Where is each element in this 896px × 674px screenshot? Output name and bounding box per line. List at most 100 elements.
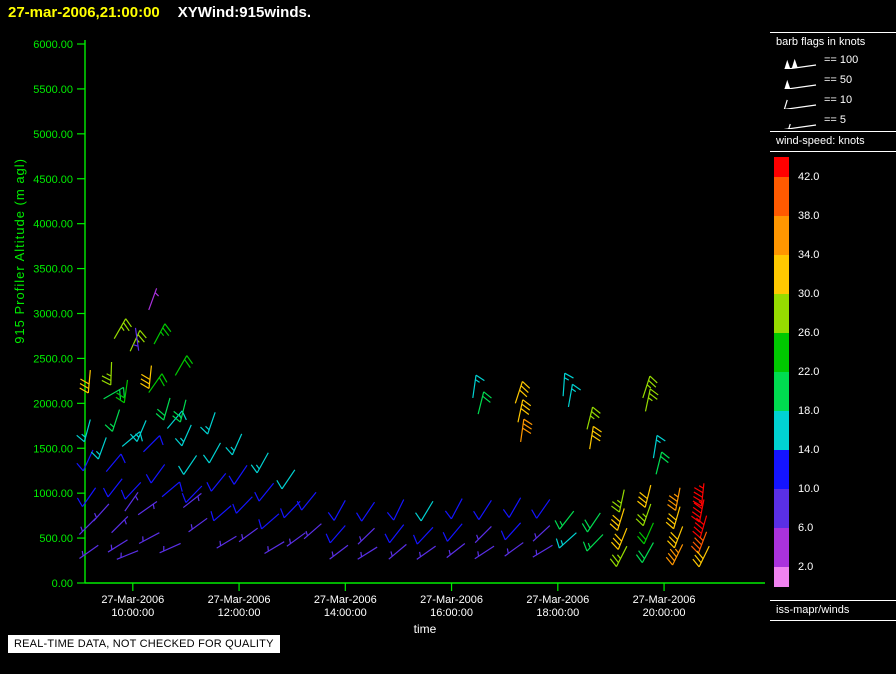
y-tick-label: 5500.00 <box>33 84 73 96</box>
barb-flag-legend-item: == 50 <box>774 70 896 90</box>
barb-flag-legend-label: == 50 <box>824 74 852 86</box>
colorbar-block <box>774 450 789 489</box>
wind-barb <box>239 528 258 542</box>
wind-barb <box>146 464 164 483</box>
wind-barb <box>229 465 247 484</box>
wind-barb-plot: 0.00500.001000.001500.002000.002500.0030… <box>0 0 896 674</box>
wind-barb <box>330 545 348 559</box>
wind-barb <box>179 455 197 474</box>
barb-flag-legend-item: == 100 <box>774 50 896 70</box>
wind-barb <box>175 356 192 376</box>
colorbar-block <box>774 333 789 372</box>
wind-barb <box>691 532 706 553</box>
wind-barb <box>475 526 491 542</box>
wind-barb <box>668 488 680 511</box>
wind-barb <box>501 523 520 540</box>
wind-barb <box>416 501 433 521</box>
wind-barb <box>636 543 653 563</box>
data-source-label: iss-mapr/winds <box>776 604 849 616</box>
wind-barb <box>130 420 146 441</box>
wind-barb <box>610 508 624 530</box>
colorbar-block <box>774 372 789 411</box>
x-tick-date: 27-Mar-2006 <box>420 594 483 606</box>
application-window: 27-mar-2006,21:00:00XYWind:915winds. 0.0… <box>0 0 896 674</box>
wind-barb <box>140 366 151 389</box>
colorbar-block <box>774 528 789 567</box>
wind-barb <box>125 492 138 511</box>
wind-barb <box>583 534 603 551</box>
colorbar-tick-label: 34.0 <box>798 249 819 262</box>
wind-barb <box>104 387 125 399</box>
wind-barb <box>217 536 237 548</box>
wind-barb <box>611 490 624 512</box>
wind-barb <box>478 392 491 414</box>
wind-barb <box>326 526 345 543</box>
wind-barbs <box>77 288 710 567</box>
divider <box>770 32 896 33</box>
wind-barb <box>162 482 182 497</box>
barb-flag-legend-item: == 5 <box>774 110 896 130</box>
y-tick-label: 4000.00 <box>33 219 73 231</box>
wind-barb <box>385 525 404 543</box>
colorbar-block <box>774 177 789 216</box>
colorbar-strip <box>774 157 789 587</box>
barb-flag-legend-label: == 10 <box>824 94 852 106</box>
wind-barb <box>414 527 433 544</box>
x-tick-time: 14:00:00 <box>324 607 367 619</box>
wind-barb <box>638 523 654 544</box>
y-tick-label: 1000.00 <box>33 488 73 500</box>
colorbar-title: wind-speed: knots <box>776 135 865 147</box>
wind-barb <box>265 542 285 554</box>
wind-barb <box>784 124 816 129</box>
wind-barb <box>189 518 208 532</box>
wind-barb <box>122 432 142 447</box>
wind-barb <box>143 436 163 452</box>
wind-barb <box>656 452 669 474</box>
wind-barb <box>784 100 816 109</box>
wind-barb <box>304 524 321 539</box>
y-tick-label: 0.00 <box>52 578 73 590</box>
wind-barb <box>358 547 378 559</box>
y-axis-ticks: 0.00500.001000.001500.002000.002500.0030… <box>33 39 85 590</box>
colorbar-tick-label: 18.0 <box>798 405 819 418</box>
colorbar-tick-label: 30.0 <box>798 288 819 301</box>
wind-barb <box>105 410 119 432</box>
wind-barb-icon <box>774 51 820 69</box>
colorbar-block <box>774 567 789 587</box>
colorbar-tick-label: 38.0 <box>798 210 819 223</box>
colorbar-block <box>774 157 789 177</box>
colorbar-block <box>774 411 789 450</box>
barb-flag-legend-item: == 10 <box>774 90 896 110</box>
x-tick-time: 18:00:00 <box>536 607 579 619</box>
wind-barb <box>139 533 159 544</box>
wind-barb <box>443 524 462 542</box>
wind-barb <box>77 420 91 442</box>
divider <box>770 151 896 152</box>
wind-barb <box>693 546 709 567</box>
wind-barb <box>154 324 171 344</box>
wind-barb <box>91 437 106 459</box>
wind-barb <box>277 470 295 489</box>
x-tick-date: 27-Mar-2006 <box>208 594 271 606</box>
colorbar-tick-label: 42.0 <box>798 171 819 184</box>
wind-barb <box>114 319 131 339</box>
wind-barb <box>521 419 533 442</box>
wind-barb <box>555 511 574 529</box>
wind-barb <box>611 528 626 549</box>
wind-barb <box>207 473 226 491</box>
wind-barb <box>108 540 128 552</box>
colorbar-block <box>774 489 789 528</box>
wind-barb <box>103 479 122 497</box>
colorbar-block <box>774 294 789 333</box>
wind-barb <box>160 543 181 552</box>
colorbar-tick-label: 10.0 <box>798 483 819 496</box>
wind-barb-icon <box>774 111 820 129</box>
y-tick-label: 6000.00 <box>33 39 73 51</box>
colorbar-tick-label: 6.0 <box>798 522 813 535</box>
wind-barb <box>653 435 665 458</box>
wind-barb <box>156 398 170 420</box>
wind-barb <box>667 526 682 547</box>
wind-barb <box>173 400 186 422</box>
wind-barb <box>79 545 98 558</box>
wind-barb <box>149 374 167 393</box>
